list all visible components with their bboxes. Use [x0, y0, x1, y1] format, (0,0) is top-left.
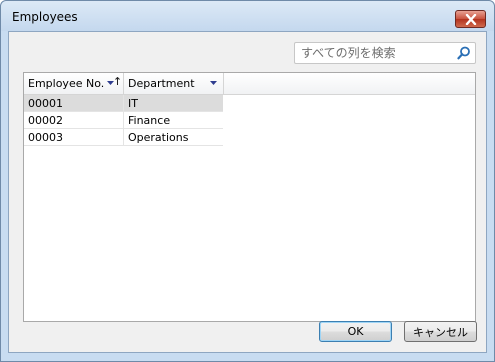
cell-divider — [123, 95, 124, 112]
column-header-label: Employee No. — [28, 77, 105, 90]
employees-grid: Employee No. Department 00001 IT 00002 F… — [23, 72, 476, 322]
dialog-content: Employee No. Department 00001 — [8, 31, 487, 353]
window-title: Employees — [12, 10, 78, 24]
sort-ascending-icon — [115, 77, 120, 85]
ok-button[interactable]: OK — [319, 321, 392, 342]
column-header-department[interactable]: Department — [124, 73, 224, 94]
column-header-label: Department — [128, 77, 195, 90]
department-cell: Operations — [128, 131, 189, 144]
cell-divider — [123, 129, 124, 146]
close-button[interactable] — [455, 10, 486, 28]
search-box[interactable] — [294, 42, 476, 64]
cancel-button[interactable]: キャンセル — [404, 321, 477, 342]
close-icon — [465, 14, 477, 25]
employee-no-cell: 00003 — [28, 131, 63, 144]
employees-dialog: Employees Employee No. — [0, 0, 495, 362]
search-input[interactable] — [301, 45, 451, 61]
title-bar[interactable]: Employees — [1, 1, 494, 31]
department-cell: IT — [128, 97, 138, 110]
grid-header: Employee No. Department — [24, 73, 475, 95]
table-row[interactable]: 00002 Finance — [24, 112, 223, 129]
search-icon[interactable] — [457, 46, 471, 60]
filter-dropdown-icon[interactable] — [210, 81, 217, 85]
table-row[interactable]: 00001 IT — [24, 95, 223, 112]
cell-divider — [123, 112, 124, 129]
employee-no-cell: 00001 — [28, 97, 63, 110]
table-row[interactable]: 00003 Operations — [24, 129, 223, 146]
department-cell: Finance — [128, 114, 171, 127]
filter-dropdown-icon[interactable] — [107, 81, 114, 85]
employee-no-cell: 00002 — [28, 114, 63, 127]
column-header-employee-no[interactable]: Employee No. — [24, 73, 124, 94]
